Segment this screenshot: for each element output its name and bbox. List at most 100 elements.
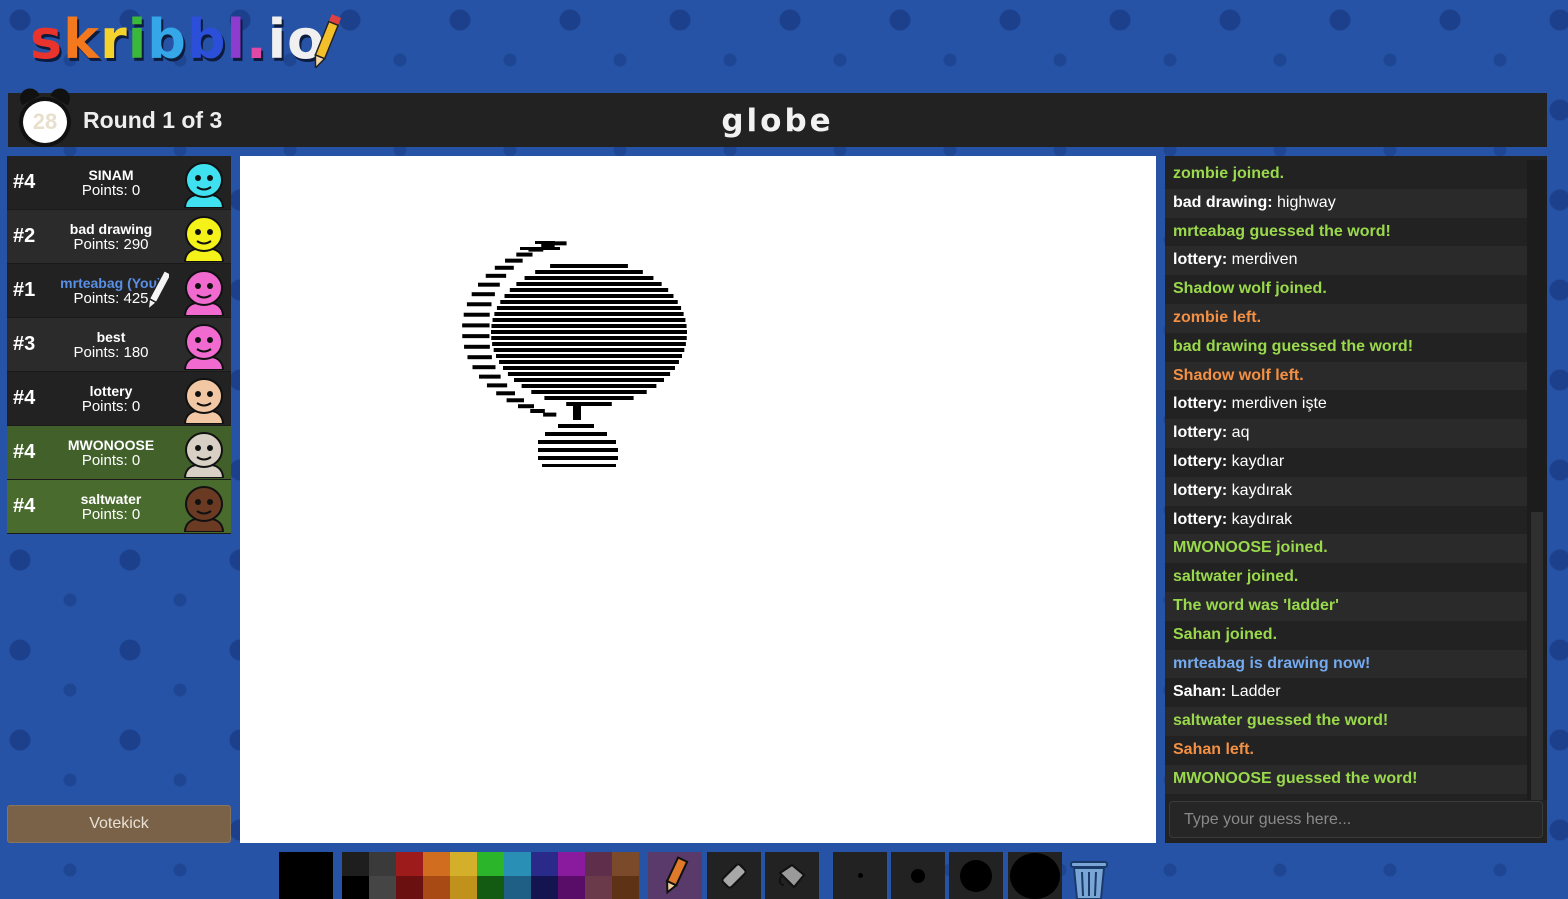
- color-swatch[interactable]: [342, 876, 369, 899]
- chat-author: lottery:: [1173, 452, 1232, 470]
- player-rank: #4: [13, 441, 36, 463]
- player-avatar: [183, 216, 225, 262]
- skribbl-logo: skribbl.io: [30, 10, 325, 70]
- chat-message: lottery: aq: [1165, 419, 1527, 448]
- brush-size-large-dot: [960, 859, 992, 892]
- logo-letter: s: [30, 8, 64, 71]
- votekick-button[interactable]: Votekick: [7, 805, 231, 843]
- player-row[interactable]: #4 saltwater Points: 0: [7, 480, 231, 534]
- player-points: Points: 180: [73, 344, 149, 361]
- drawing-canvas[interactable]: [240, 156, 1156, 843]
- chat-messages: zombie joined. bad drawing: highway mrteab…: [1165, 160, 1527, 794]
- system-message-text: saltwater joined.: [1173, 568, 1299, 586]
- player-row[interactable]: #4 lottery Points: 0: [7, 372, 231, 426]
- chat-message: zombie joined.: [1165, 160, 1527, 189]
- chat-message: bad drawing: highway: [1165, 188, 1527, 218]
- color-swatch[interactable]: [531, 876, 558, 899]
- color-swatch[interactable]: [531, 852, 558, 876]
- chat-author: lottery:: [1173, 481, 1232, 499]
- color-swatch[interactable]: [585, 876, 612, 899]
- chat-message-area[interactable]: zombie joined. bad drawing: highway mrteab…: [1165, 160, 1527, 800]
- chat-text: highway: [1277, 193, 1336, 211]
- chat-text: Ladder: [1230, 683, 1281, 701]
- chat-message: lottery: kaydırak: [1165, 476, 1527, 506]
- color-swatch[interactable]: [423, 852, 450, 876]
- color-swatch[interactable]: [369, 876, 396, 899]
- chat-author: lottery:: [1173, 251, 1232, 269]
- player-rank: #4: [13, 495, 36, 517]
- player-points: Points: 0: [81, 182, 141, 199]
- color-swatch[interactable]: [396, 852, 423, 876]
- color-swatch[interactable]: [477, 876, 504, 899]
- logo-letter: b: [186, 8, 227, 71]
- chat-scrollbar[interactable]: [1527, 160, 1547, 800]
- player-name: bad drawing: [69, 221, 153, 237]
- chat-author: lottery:: [1173, 510, 1232, 528]
- round-header-bar: 28 Round 1 of 3 globe: [8, 84, 1547, 147]
- chat-author: lottery:: [1173, 395, 1232, 413]
- player-row[interactable]: #4 MWONOOSE Points: 0: [7, 426, 231, 480]
- chat-message: lottery: merdiven işte: [1165, 390, 1527, 419]
- system-message-text: MWONOOSE joined.: [1173, 539, 1328, 557]
- player-row[interactable]: #4 SINAM Points: 0: [7, 156, 231, 210]
- chat-message: saltwater joined.: [1165, 563, 1527, 592]
- player-row[interactable]: #1 mrteabag (You) Points: 425: [7, 264, 231, 318]
- chat-message: Shadow wolf joined.: [1165, 275, 1527, 304]
- eraser-icon: [721, 863, 747, 888]
- fill-tool-button[interactable]: [765, 852, 819, 899]
- eraser-tool-button[interactable]: [707, 852, 761, 899]
- color-swatch[interactable]: [450, 852, 477, 876]
- system-message-text: The word was 'ladder': [1173, 596, 1339, 614]
- trash-icon[interactable]: [1068, 856, 1110, 899]
- color-swatch[interactable]: [585, 852, 612, 876]
- player-row[interactable]: #3 best Points: 180: [7, 318, 231, 372]
- color-swatch[interactable]: [369, 852, 396, 876]
- chat-message: Sahan joined.: [1165, 621, 1527, 650]
- color-swatch[interactable]: [396, 876, 423, 899]
- player-name: SINAM: [88, 167, 134, 183]
- system-message-text: Sahan left.: [1173, 740, 1254, 758]
- pencil-tool-button[interactable]: [648, 852, 702, 899]
- player-avatar: [183, 270, 225, 316]
- brush-size-small[interactable]: [833, 852, 887, 899]
- drawing-toolbar: [0, 852, 1568, 899]
- chat-message: lottery: kaydırak: [1165, 506, 1527, 535]
- player-avatar: [183, 432, 225, 478]
- system-message-text: zombie left.: [1173, 308, 1262, 326]
- color-swatch[interactable]: [423, 876, 450, 899]
- color-swatch[interactable]: [450, 876, 477, 899]
- chat-scrollbar-thumb[interactable]: [1531, 512, 1543, 800]
- guess-input[interactable]: [1169, 801, 1543, 838]
- color-swatch[interactable]: [504, 852, 531, 876]
- chat-author: lottery:: [1173, 424, 1232, 442]
- system-message-text: saltwater guessed the word!: [1173, 712, 1389, 730]
- chat-message: The word was 'ladder': [1165, 591, 1527, 621]
- logo-letter: l: [226, 8, 247, 71]
- color-swatch[interactable]: [558, 876, 585, 899]
- brush-size-medium[interactable]: [891, 852, 945, 899]
- system-message-text: Sahan joined.: [1173, 625, 1278, 643]
- system-message-text: Shadow wolf left.: [1173, 366, 1304, 384]
- brush-size-large[interactable]: [949, 852, 1003, 899]
- color-swatch[interactable]: [612, 852, 639, 876]
- player-points: Points: 0: [81, 452, 141, 469]
- chat-text: merdiven: [1231, 251, 1298, 269]
- player-list: #4 SINAM Points: 0 #2 bad drawing Points: 290…: [7, 156, 231, 534]
- chat-message: Shadow wolf left.: [1165, 361, 1527, 391]
- player-rank: #4: [13, 387, 36, 409]
- color-swatch[interactable]: [612, 876, 639, 899]
- brush-size-medium-dot: [911, 868, 925, 883]
- color-swatch[interactable]: [558, 852, 585, 876]
- player-row[interactable]: #2 bad drawing Points: 290: [7, 210, 231, 264]
- current-color-swatch: [279, 852, 333, 899]
- logo-letter: k: [63, 8, 101, 71]
- brush-size-xlarge[interactable]: [1008, 852, 1062, 899]
- globe-drawing: [462, 241, 687, 467]
- color-swatch[interactable]: [477, 852, 504, 876]
- system-message-text: mrteabag is drawing now!: [1173, 654, 1371, 672]
- color-palette: [342, 852, 639, 899]
- color-swatch[interactable]: [504, 876, 531, 899]
- chat-message: mrteabag guessed the word!: [1165, 218, 1527, 247]
- chat-author: bad drawing:: [1173, 193, 1277, 211]
- color-swatch[interactable]: [342, 852, 369, 876]
